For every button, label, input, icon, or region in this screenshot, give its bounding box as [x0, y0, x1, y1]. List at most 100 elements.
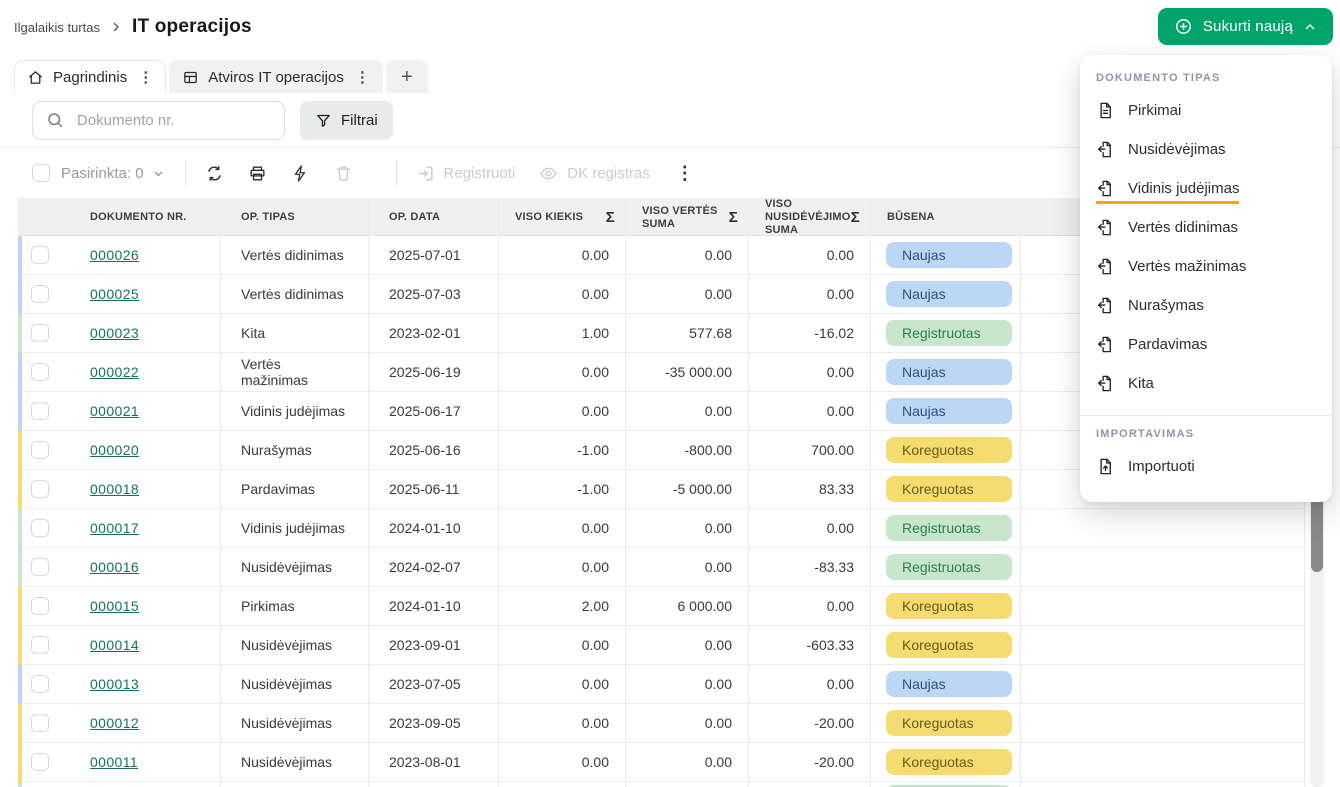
total-value-cell: 0.00: [625, 275, 748, 313]
tab-main[interactable]: Pagrindinis ⋮: [14, 60, 166, 93]
register-label: Registruoti: [444, 165, 516, 182]
row-checkbox[interactable]: [31, 714, 49, 732]
document-link[interactable]: 000011: [90, 754, 138, 770]
header-op-date[interactable]: OP. DATA: [368, 198, 498, 238]
home-icon: [27, 69, 44, 86]
document-link[interactable]: 000022: [90, 364, 139, 380]
document-link[interactable]: 000026: [90, 247, 139, 263]
document-link[interactable]: 000020: [90, 442, 139, 458]
dropdown-menu-item[interactable]: Vertės didinimas: [1080, 211, 1332, 250]
actions-button[interactable]: [291, 164, 310, 183]
dropdown-import-item[interactable]: Importuoti: [1080, 450, 1332, 489]
dk-register-button[interactable]: DK registras: [539, 164, 650, 183]
tab-open-operations-menu-icon[interactable]: ⋮: [353, 68, 370, 86]
delete-button[interactable]: [334, 164, 353, 183]
breadcrumb-parent-link[interactable]: Ilgalaikis turtas: [14, 20, 100, 35]
filler-cell: [1020, 587, 1304, 625]
document-nr-cell: 000022: [78, 353, 220, 391]
status-badge: Koreguotas: [886, 476, 1012, 502]
header-op-type[interactable]: OP. TIPAS: [220, 198, 368, 238]
total-value-cell: 577.68: [625, 314, 748, 352]
document-link[interactable]: 000016: [90, 559, 139, 575]
dropdown-item-label: Nusidėvėjimas: [1128, 141, 1226, 158]
row-checkbox[interactable]: [31, 519, 49, 537]
table-row-partial: [18, 782, 1304, 787]
document-link[interactable]: 000021: [90, 403, 139, 419]
document-link[interactable]: 000025: [90, 286, 139, 302]
total-value-cell: 0.00: [625, 236, 748, 274]
header-total-depreciation[interactable]: VISO NUSIDĖVĖJIMO SUMA Σ: [748, 198, 870, 238]
filler-cell: [1020, 743, 1304, 781]
document-link[interactable]: 000013: [90, 676, 139, 692]
toolbar-more-menu-icon[interactable]: ⋮: [676, 163, 694, 184]
dropdown-menu-item[interactable]: Vidinis judėjimas: [1080, 172, 1332, 211]
tab-open-operations[interactable]: Atviros IT operacijos ⋮: [169, 60, 383, 93]
row-checkbox[interactable]: [31, 246, 49, 264]
row-checkbox[interactable]: [31, 558, 49, 576]
row-checkbox[interactable]: [31, 480, 49, 498]
document-link[interactable]: 000023: [90, 325, 139, 341]
op-type-cell: Nurašymas: [220, 431, 368, 469]
row-checkbox[interactable]: [31, 636, 49, 654]
row-checkbox[interactable]: [31, 675, 49, 693]
document-type-icon: [1096, 374, 1115, 393]
register-icon: [416, 164, 435, 183]
document-type-icon: [1096, 218, 1115, 237]
row-checkbox-cell: [18, 509, 78, 547]
row-checkbox[interactable]: [31, 285, 49, 303]
sum-icon[interactable]: Σ: [851, 209, 860, 227]
header-status[interactable]: BŪSENA: [870, 198, 1020, 238]
document-link[interactable]: 000017: [90, 520, 139, 536]
create-new-button[interactable]: Sukurti naują: [1158, 8, 1333, 45]
row-checkbox[interactable]: [31, 363, 49, 381]
tab-main-menu-icon[interactable]: ⋮: [136, 68, 153, 86]
sum-icon[interactable]: Σ: [606, 209, 615, 227]
dropdown-menu-item[interactable]: Kita: [1080, 367, 1332, 406]
row-checkbox[interactable]: [31, 753, 49, 771]
document-link[interactable]: 000014: [90, 637, 139, 653]
status-cell: Registruotas: [870, 548, 1020, 586]
op-date-cell: 2025-06-17: [368, 392, 498, 430]
add-tab-button[interactable]: +: [386, 60, 428, 93]
op-type-cell: Nusidėvėjimas: [220, 548, 368, 586]
dropdown-menu-item[interactable]: Vertės mažinimas: [1080, 250, 1332, 289]
total-depreciation-cell: 83.33: [748, 470, 870, 508]
dropdown-menu-item[interactable]: Nusidėvėjimas: [1080, 133, 1332, 172]
row-checkbox[interactable]: [31, 441, 49, 459]
refresh-button[interactable]: [205, 164, 224, 183]
row-checkbox[interactable]: [31, 597, 49, 615]
total-qty-cell: -1.00: [498, 431, 625, 469]
dropdown-menu-item[interactable]: Pardavimas: [1080, 328, 1332, 367]
sum-icon[interactable]: Σ: [729, 209, 738, 227]
total-value-cell: 0.00: [625, 392, 748, 430]
header-total-value[interactable]: VISO VERTĖS SUMA Σ: [625, 198, 748, 238]
select-all-checkbox[interactable]: [32, 164, 50, 182]
document-link[interactable]: 000012: [90, 715, 139, 731]
document-link[interactable]: 000015: [90, 598, 139, 614]
chevron-down-icon[interactable]: [151, 166, 166, 181]
row-checkbox[interactable]: [31, 324, 49, 342]
print-button[interactable]: [248, 164, 267, 183]
search-input[interactable]: [32, 101, 285, 140]
document-link[interactable]: 000018: [90, 481, 139, 497]
status-badge: Koreguotas: [886, 437, 1012, 463]
total-value-cell: 0.00: [625, 665, 748, 703]
total-qty-cell: 0.00: [498, 392, 625, 430]
refresh-icon: [205, 164, 224, 183]
total-qty-cell: 0.00: [498, 743, 625, 781]
dropdown-menu-item[interactable]: Nurašymas: [1080, 289, 1332, 328]
op-type-cell: Nusidėvėjimas: [220, 704, 368, 742]
header-checkbox-cell: [18, 198, 78, 238]
document-nr-cell: 000025: [78, 275, 220, 313]
row-checkbox[interactable]: [31, 402, 49, 420]
header-total-qty[interactable]: VISO KIEKIS Σ: [498, 198, 625, 238]
filters-button[interactable]: Filtrai: [300, 101, 393, 140]
total-depreciation-cell: -83.33: [748, 548, 870, 586]
register-button[interactable]: Registruoti: [416, 164, 516, 183]
breadcrumb: Ilgalaikis turtas IT operacijos: [14, 16, 252, 38]
dropdown-menu-item[interactable]: Pirkimai: [1080, 94, 1332, 133]
toolbar-divider: [396, 160, 397, 186]
total-value-cell: 0.00: [625, 548, 748, 586]
header-document-nr[interactable]: DOKUMENTO NR.: [78, 198, 220, 238]
row-checkbox-cell: [18, 431, 78, 469]
